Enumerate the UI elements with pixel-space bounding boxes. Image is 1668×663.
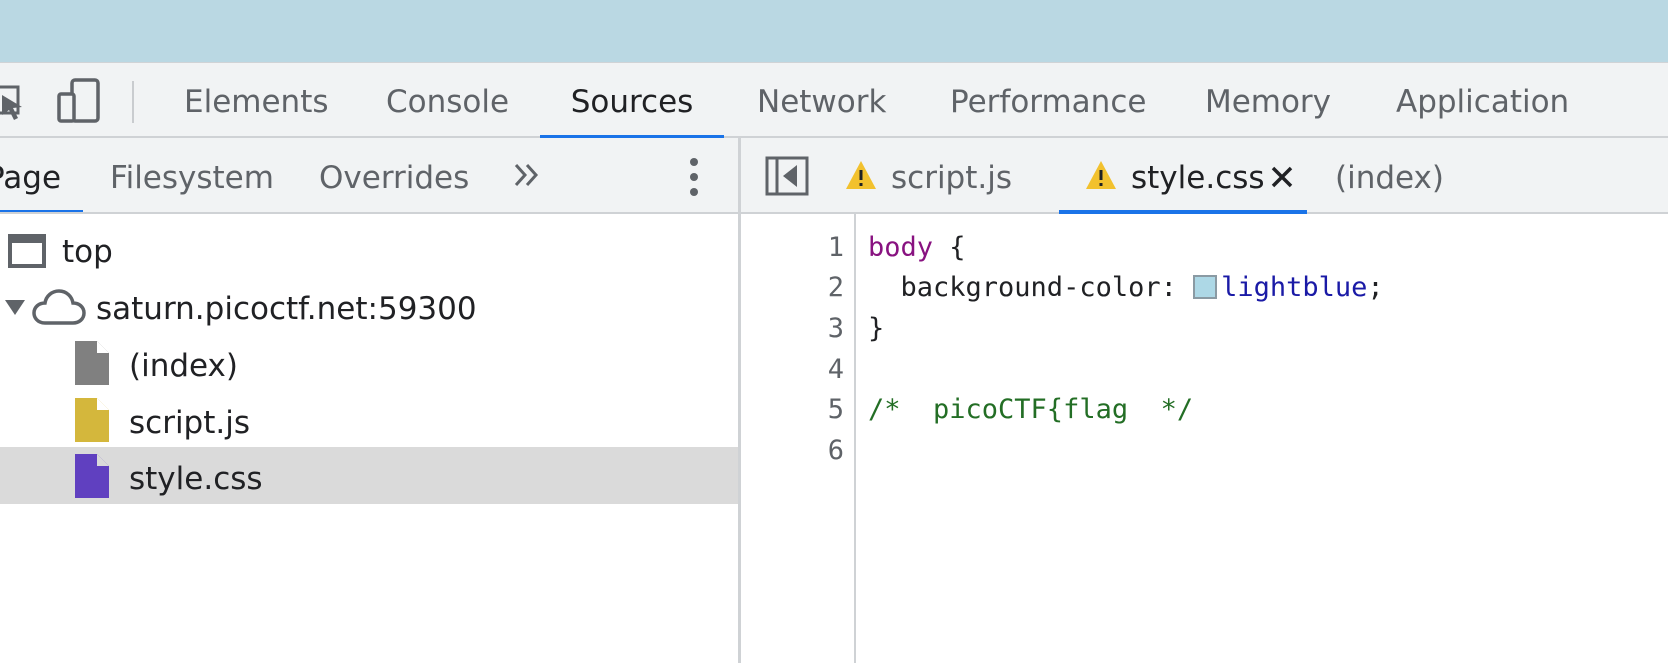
css-selector: body — [868, 232, 934, 263]
cloud-icon — [32, 288, 86, 330]
editor-tab-label: script.js — [891, 160, 1013, 196]
tree-item-label: script.js — [129, 405, 251, 441]
document-icon — [75, 341, 109, 389]
css-property: background-color: — [868, 272, 1194, 303]
tab-console[interactable]: Console — [386, 63, 509, 137]
editor-tab-script-js[interactable]: script.js — [841, 138, 1021, 212]
tree-item-label: (index) — [129, 348, 238, 384]
warning-icon — [845, 160, 877, 194]
color-swatch[interactable] — [1193, 275, 1218, 299]
editor-tab-index[interactable]: (index) — [1333, 138, 1463, 212]
code-editor[interactable]: body { background-color: lightblue; } /*… — [868, 214, 1668, 663]
tab-network[interactable]: Network — [757, 63, 886, 137]
inspected-page-area — [0, 0, 1668, 62]
tab-memory[interactable]: Memory — [1204, 63, 1332, 137]
editor-tabbar: script.js style.css (index) — [741, 138, 1668, 214]
tree-item-style-css[interactable]: style.css — [0, 447, 738, 504]
tree-item-script-js[interactable]: script.js — [0, 393, 738, 450]
tab-application[interactable]: Application — [1396, 63, 1668, 137]
document-icon — [75, 454, 109, 502]
double-chevron-right-icon[interactable] — [512, 160, 542, 194]
code-line-1: body { — [868, 232, 966, 263]
code-text: { — [933, 232, 966, 263]
code-line-3: } — [868, 313, 885, 344]
tab-performance[interactable]: Performance — [950, 63, 1146, 137]
navigator-tabbar: Page Filesystem Overrides — [0, 138, 738, 214]
document-icon — [75, 398, 109, 446]
tree-item-top[interactable]: top — [0, 222, 738, 279]
close-icon[interactable] — [1271, 166, 1293, 192]
line-number: 5 — [827, 394, 844, 425]
tab-elements[interactable]: Elements — [184, 63, 329, 137]
tab-filesystem[interactable]: Filesystem — [110, 138, 274, 212]
warning-icon — [1085, 160, 1117, 194]
code-text: ; — [1367, 272, 1384, 303]
toolbar-divider — [132, 81, 134, 123]
editor-tab-label: style.css — [1131, 160, 1265, 196]
line-number: 3 — [827, 313, 844, 344]
editor-tab-style-css[interactable]: style.css — [1059, 138, 1307, 214]
code-line-5: /* picoCTF{flag */ — [868, 394, 1194, 425]
file-tree: top saturn.picoctf.net:59300 (index) scr… — [0, 214, 738, 663]
kebab-menu-icon[interactable] — [684, 156, 704, 202]
inspect-element-icon[interactable] — [0, 77, 28, 129]
device-toolbar-icon[interactable] — [56, 77, 104, 129]
tree-item-label: top — [62, 234, 113, 270]
expand-triangle-icon[interactable] — [4, 298, 26, 320]
tree-item-label: saturn.picoctf.net:59300 — [96, 291, 477, 327]
toggle-navigator-icon[interactable] — [765, 156, 809, 200]
tab-overrides[interactable]: Overrides — [319, 138, 469, 212]
line-number: 2 — [827, 272, 844, 303]
editor-tab-label: (index) — [1335, 160, 1444, 196]
line-number: 1 — [827, 232, 844, 263]
line-number: 4 — [827, 354, 844, 385]
tree-item-label: style.css — [129, 461, 263, 497]
tree-item-domain[interactable]: saturn.picoctf.net:59300 — [0, 279, 738, 336]
frame-icon — [8, 234, 46, 272]
tab-sources[interactable]: Sources — [540, 63, 724, 139]
css-value: lightblue — [1221, 272, 1368, 303]
tree-item-index[interactable]: (index) — [0, 336, 738, 393]
devtools-main-toolbar: Elements Console Sources Network Perform… — [0, 62, 1668, 139]
line-number: 6 — [827, 435, 844, 466]
line-number-gutter: 1 2 3 4 5 6 — [741, 214, 856, 663]
code-line-2: background-color: lightblue; — [868, 272, 1384, 303]
tab-page[interactable]: Page — [0, 138, 83, 212]
